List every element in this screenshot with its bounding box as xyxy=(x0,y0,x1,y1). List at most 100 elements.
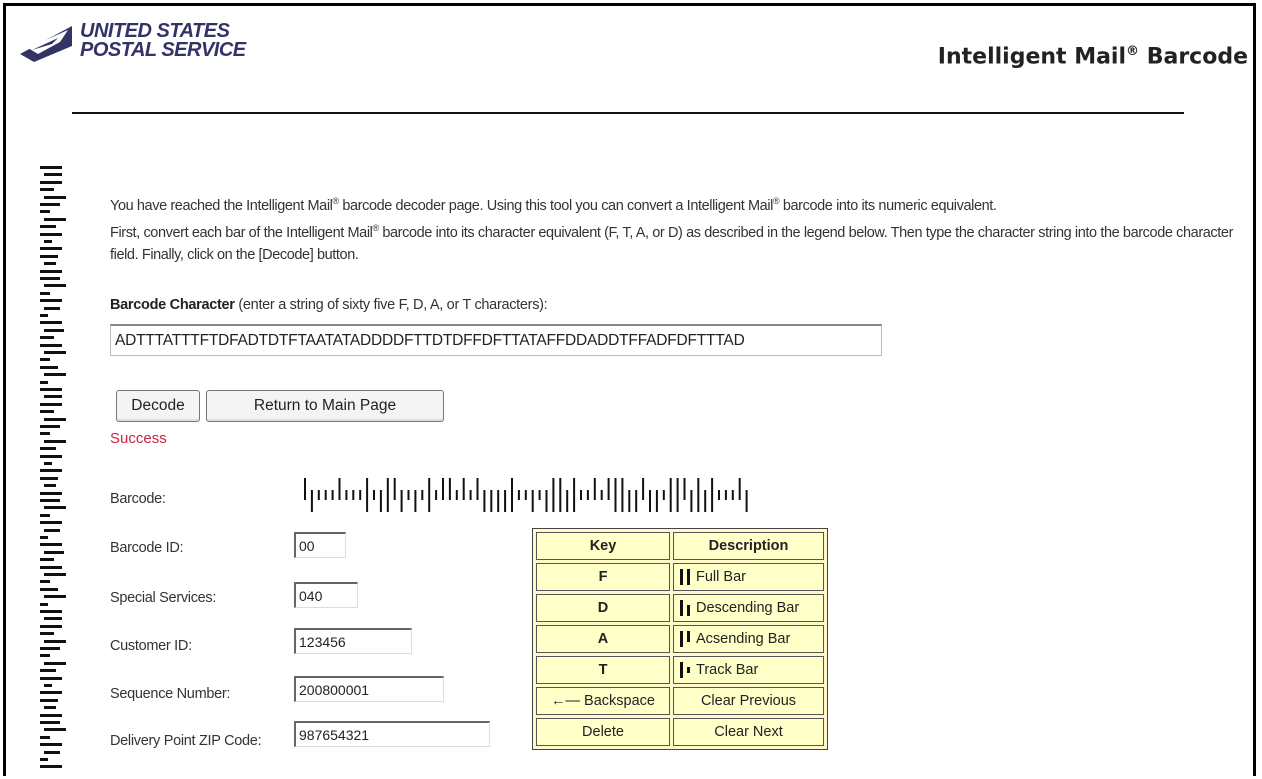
decorative-bar xyxy=(40,314,48,317)
decorative-bar xyxy=(40,610,62,613)
logo-text: UNITED STATES POSTAL SERVICE xyxy=(80,21,246,60)
decorative-bar xyxy=(40,543,62,547)
customer-id-field[interactable] xyxy=(294,628,412,654)
track-bar-icon xyxy=(678,662,694,679)
clear-previous-button[interactable]: Clear Previous xyxy=(673,687,824,715)
barcode-bar xyxy=(545,490,548,512)
legend-desc-text: Full Bar xyxy=(696,568,746,585)
intro-p2a: First, convert each bar of the Intellige… xyxy=(110,224,373,241)
decorative-bar xyxy=(40,388,62,391)
decorative-bar xyxy=(40,166,62,169)
decorative-bar xyxy=(44,573,66,576)
decorative-bar xyxy=(40,632,54,636)
page-title: Intelligent Mail® Barcode xyxy=(938,44,1248,69)
legend-key-a[interactable]: A xyxy=(536,625,670,653)
legend-row-descending[interactable]: D Descending Bar xyxy=(536,594,824,622)
decorative-bar xyxy=(44,240,52,243)
barcode-bar xyxy=(531,490,534,512)
descending-bar-icon xyxy=(678,600,694,617)
barcode-bar xyxy=(511,478,513,512)
decorative-bar xyxy=(40,713,62,717)
sequence-number-field[interactable] xyxy=(294,676,444,702)
decorative-bar xyxy=(40,654,50,658)
zip-code-field[interactable] xyxy=(294,721,490,747)
decorative-bar xyxy=(44,506,66,510)
barcode-bar xyxy=(366,478,369,512)
sequence-number-label: Sequence Number: xyxy=(110,686,231,702)
barcode-bar xyxy=(469,490,472,500)
decorative-bar xyxy=(44,173,62,177)
barcode-bar xyxy=(669,478,672,512)
legend-desc-ascending[interactable]: Acsending Bar xyxy=(673,625,824,653)
legend-key-t[interactable]: T xyxy=(536,656,670,684)
barcode-bar xyxy=(400,490,403,512)
decorative-bar xyxy=(40,765,62,769)
barcode-bar xyxy=(580,490,582,500)
legend-desc-full[interactable]: Full Bar xyxy=(673,563,824,591)
decorative-bar xyxy=(40,447,56,451)
decorative-bar xyxy=(40,558,54,562)
decorative-bar xyxy=(40,402,62,406)
barcode-bar xyxy=(614,478,617,512)
decorative-bar xyxy=(40,669,56,673)
decorative-bar xyxy=(40,299,62,303)
legend-row-delete[interactable]: Delete Clear Next xyxy=(536,718,824,746)
decode-button[interactable]: Decode xyxy=(116,390,200,422)
decorative-bar xyxy=(44,417,66,421)
legend-key-d[interactable]: D xyxy=(536,594,670,622)
decorative-bar xyxy=(40,277,60,280)
legend-desc-descending[interactable]: Descending Bar xyxy=(673,594,824,622)
decorative-bar xyxy=(40,647,60,650)
return-to-main-page-button[interactable]: Return to Main Page xyxy=(206,390,444,422)
barcode-character-input[interactable] xyxy=(110,324,882,356)
legend-row-track[interactable]: T Track Bar xyxy=(536,656,824,684)
barcode-bar xyxy=(304,478,306,500)
barcode-bar xyxy=(310,490,313,512)
barcode-bar xyxy=(428,478,431,512)
barcode-bar xyxy=(331,490,334,500)
barcode-bar xyxy=(462,478,465,500)
decorative-bar xyxy=(40,521,62,525)
arrow-left-icon: ←— xyxy=(551,693,581,709)
barcode-bar xyxy=(497,490,500,512)
decorative-bar xyxy=(40,358,50,362)
barcode-bar xyxy=(731,490,734,500)
decorative-bar xyxy=(44,373,66,377)
barcode-character-label-bold: Barcode Character xyxy=(110,297,235,313)
decorative-bar xyxy=(40,380,48,384)
legend-desc-text: Track Bar xyxy=(696,661,759,678)
barcode-bar xyxy=(386,478,389,512)
zip-code-label: Delivery Point ZIP Code: xyxy=(110,733,262,749)
decorative-bar xyxy=(40,336,54,340)
barcode-bar xyxy=(566,490,569,512)
decorative-bar xyxy=(40,624,62,628)
barcode-bar xyxy=(538,490,541,500)
legend-row-ascending[interactable]: A Acsending Bar xyxy=(536,625,824,653)
decorative-bar xyxy=(40,210,50,214)
backspace-button[interactable]: ←— Backspace xyxy=(536,687,670,715)
decorative-bar xyxy=(40,291,50,295)
barcode-bar xyxy=(573,478,576,512)
barcode-bar xyxy=(421,490,424,500)
barcode-id-field[interactable] xyxy=(294,532,346,558)
barcode-bar xyxy=(476,478,479,500)
decorative-bar xyxy=(44,306,60,310)
decorative-bar xyxy=(40,602,48,606)
legend-row-backspace[interactable]: ←— Backspace Clear Previous xyxy=(536,687,824,715)
delete-button[interactable]: Delete xyxy=(536,718,670,746)
clear-next-button[interactable]: Clear Next xyxy=(673,718,824,746)
legend-desc-text: Acsending Bar xyxy=(696,630,791,647)
legend-key-header: Key xyxy=(536,532,670,560)
legend-row-full[interactable]: F Full Bar xyxy=(536,563,824,591)
legend-header-row: Key Description xyxy=(536,532,824,560)
intro-p1a: You have reached the Intelligent Mail xyxy=(110,197,333,214)
legend-desc-track[interactable]: Track Bar xyxy=(673,656,824,684)
barcode-bar xyxy=(635,490,638,512)
decorative-bar xyxy=(40,691,62,695)
legend-key-f[interactable]: F xyxy=(536,563,670,591)
registered-mark: ® xyxy=(1126,44,1140,59)
barcode-bar xyxy=(711,478,714,512)
full-bar-icon xyxy=(678,569,694,586)
barcode-bar xyxy=(448,478,451,500)
special-services-field[interactable] xyxy=(294,582,358,608)
